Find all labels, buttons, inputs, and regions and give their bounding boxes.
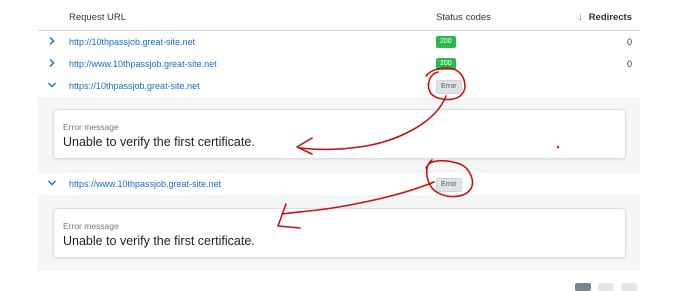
chevron-down-icon[interactable] (47, 178, 57, 188)
table-row[interactable]: http://10thpassjob.great-site.net 200 0 (38, 31, 640, 54)
arrow-down-icon: ↓ (577, 12, 583, 23)
redirects-count: 0 (626, 37, 632, 47)
column-header-redirects[interactable]: ↓ Redirects (578, 12, 632, 23)
table-row[interactable]: https://www.10thpassjob.great-site.net E… (38, 173, 640, 196)
chevron-right-icon[interactable] (47, 36, 57, 46)
request-url-link[interactable]: https://10thpassjob.great-site.net (69, 81, 200, 91)
error-message-label: Error message (63, 221, 119, 231)
chevron-down-icon[interactable] (47, 80, 57, 90)
pagination-button-active[interactable] (575, 283, 591, 291)
error-detail-panel: Error message Unable to verify the first… (38, 195, 640, 271)
table-header: Request URL Status codes ↓ Redirects (38, 0, 640, 31)
error-card: Error message Unable to verify the first… (53, 208, 626, 258)
pagination-button[interactable] (598, 283, 614, 291)
table-row[interactable]: https://10thpassjob.great-site.net Error (38, 75, 640, 98)
status-badge: Error (436, 80, 462, 94)
status-badge: 200 (436, 58, 456, 70)
error-message-text: Unable to verify the first certificate. (63, 234, 255, 248)
pagination-button[interactable] (621, 283, 637, 291)
error-message-label: Error message (63, 122, 119, 132)
chevron-right-icon[interactable] (47, 58, 57, 68)
request-url-link[interactable]: http://10thpassjob.great-site.net (69, 37, 195, 47)
redirects-count: 0 (626, 59, 632, 69)
table-row[interactable]: http://www.10thpassjob.great-site.net 20… (38, 53, 640, 76)
status-badge: Error (436, 178, 462, 192)
error-card: Error message Unable to verify the first… (53, 109, 626, 159)
status-badge: 200 (436, 36, 456, 48)
redirects-header-label: Redirects (588, 12, 632, 23)
column-header-request-url[interactable]: Request URL (69, 12, 126, 23)
error-detail-panel: Error message Unable to verify the first… (38, 97, 640, 173)
column-header-status-codes[interactable]: Status codes (436, 12, 491, 23)
request-url-link[interactable]: http://www.10thpassjob.great-site.net (69, 59, 217, 69)
request-url-link[interactable]: https://www.10thpassjob.great-site.net (69, 179, 221, 189)
error-message-text: Unable to verify the first certificate. (63, 135, 255, 149)
